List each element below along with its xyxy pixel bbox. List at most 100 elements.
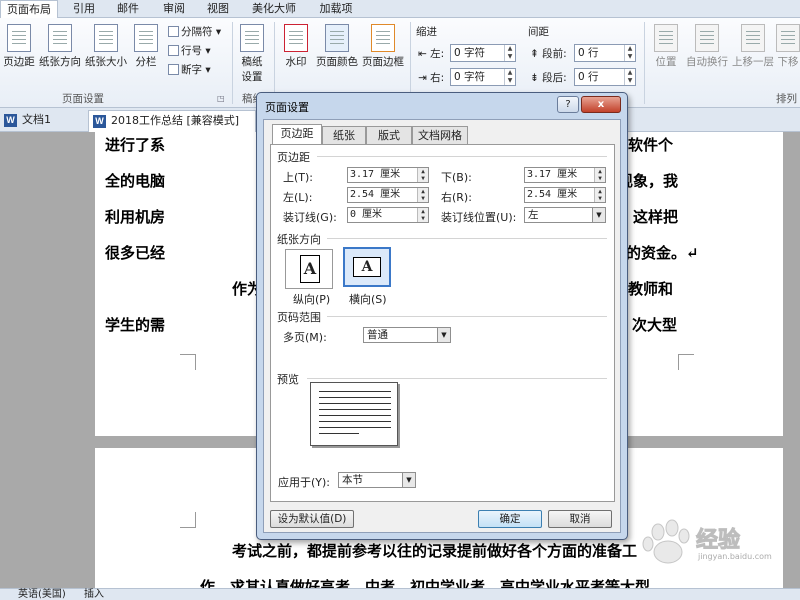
portrait-label[interactable]: 纵向(P) xyxy=(293,291,330,307)
tab-page-layout[interactable]: 页面布局 xyxy=(0,0,58,19)
section-divider xyxy=(317,156,607,157)
spin-arrows-icon[interactable]: ▲ ▼ xyxy=(417,208,428,222)
landscape-option[interactable]: A xyxy=(343,247,391,287)
gutter-position-select[interactable]: 左 ▼ xyxy=(524,207,606,223)
spin-arrows-icon[interactable]: ▲ ▼ xyxy=(417,168,428,182)
doc-line: 全的电脑 xyxy=(105,172,166,190)
bottom-margin-input[interactable]: 3.17 厘米 ▲ ▼ xyxy=(524,167,606,183)
chevron-down-icon[interactable]: ▼ xyxy=(592,208,605,222)
landscape-label[interactable]: 横向(S) xyxy=(349,291,387,307)
indent-right-input[interactable]: 0 字符 ▲ ▼ xyxy=(450,68,516,86)
orientation-button[interactable]: 纸张方向 xyxy=(38,24,82,69)
breaks-button[interactable]: 分隔符 ▾ xyxy=(168,24,221,39)
paper-size-icon xyxy=(94,24,118,52)
margin-corner-mark xyxy=(180,354,196,370)
pages-section-label: 页码范围 xyxy=(277,311,321,324)
tab-view[interactable]: 视图 xyxy=(198,0,238,18)
indent-left-input[interactable]: 0 字符 ▲ ▼ xyxy=(450,44,516,62)
manuscript-setup-button[interactable]: 稿纸 设置 xyxy=(238,24,266,84)
doc-tab-1[interactable]: W 文档1 xyxy=(0,110,84,132)
margins-button[interactable]: 页边距 xyxy=(2,24,36,69)
dialog-launcher-icon[interactable]: ◳ xyxy=(217,94,225,103)
tab-references[interactable]: 引用 xyxy=(64,0,104,18)
paw-logo-icon xyxy=(642,519,690,564)
spin-arrows-icon[interactable]: ▲ ▼ xyxy=(504,45,515,61)
spin-arrows-icon[interactable]: ▲ ▼ xyxy=(417,188,428,202)
help-button[interactable]: ? xyxy=(557,96,579,113)
spacing-before-label: ⇞ 段前: xyxy=(530,48,567,60)
spin-arrows-icon[interactable]: ▲ ▼ xyxy=(504,69,515,85)
preview-line xyxy=(319,409,391,410)
tab-addins[interactable]: 加载项 xyxy=(312,0,360,18)
doc-tab-label: 2018工作总结 [兼容模式] xyxy=(111,114,240,127)
tab-margins[interactable]: 页边距 xyxy=(272,124,322,145)
spin-arrows-icon[interactable]: ▲ ▼ xyxy=(594,168,605,182)
hyphenation-button[interactable]: 断字 ▾ xyxy=(168,62,211,77)
breaks-icon xyxy=(168,26,179,37)
chevron-down-icon[interactable]: ▼ xyxy=(402,473,415,487)
indent-right-icon: ⇥ xyxy=(418,72,427,84)
preview-line xyxy=(319,433,359,434)
spacing-before-icon: ⇞ xyxy=(530,48,539,60)
spacing-before-input[interactable]: 0 行 ▲ ▼ xyxy=(574,44,636,62)
tab-paper[interactable]: 纸张 xyxy=(322,126,366,145)
site-watermark: 经验 jingyan.baidu.com xyxy=(640,518,790,568)
doc-tab-2[interactable]: W 2018工作总结 [兼容模式] xyxy=(88,110,256,132)
dialog-title[interactable]: 页面设置 xyxy=(265,99,309,115)
help-icon: ? xyxy=(565,99,571,110)
insert-mode-indicator[interactable]: 插入 xyxy=(84,589,104,600)
apply-to-label: 应用于(Y): xyxy=(278,476,331,489)
tab-review[interactable]: 审阅 xyxy=(154,0,194,18)
tab-mailings[interactable]: 邮件 xyxy=(108,0,148,18)
bring-forward-button[interactable]: 上移一层 xyxy=(730,24,776,69)
doc-line: 进行了系 xyxy=(105,136,166,154)
bottom-margin-label: 下(B): xyxy=(441,171,472,184)
left-margin-input[interactable]: 2.54 厘米 ▲ ▼ xyxy=(347,187,429,203)
doc-line: 学生的需 xyxy=(105,316,166,334)
gutter-label: 装订线(G): xyxy=(283,211,337,224)
right-margin-input[interactable]: 2.54 厘米 ▲ ▼ xyxy=(524,187,606,203)
doc-line-fragment: 软件个 xyxy=(628,136,674,154)
word-doc-icon: W xyxy=(93,115,106,128)
doc-line: 作，求其认真做好高考、中考、初中学业考、高中学业水平考等大型 xyxy=(200,578,651,588)
size-button[interactable]: 纸张大小 xyxy=(84,24,128,69)
set-default-button[interactable]: 设为默认值(D) xyxy=(270,510,354,528)
gutter-input[interactable]: 0 厘米 ▲ ▼ xyxy=(347,207,429,223)
watermark-label: 水印 xyxy=(285,56,307,68)
section-divider xyxy=(327,238,607,239)
group-separator xyxy=(232,22,233,104)
line-numbers-button[interactable]: 行号 ▾ xyxy=(168,43,211,58)
spacing-after-input[interactable]: 0 行 ▲ ▼ xyxy=(574,68,636,86)
watermark-icon xyxy=(284,24,308,52)
page-color-button[interactable]: 页面颜色 xyxy=(314,24,360,69)
send-backward-button[interactable]: 下移 xyxy=(776,24,800,69)
close-button[interactable]: x xyxy=(581,96,621,113)
tab-document-grid[interactable]: 文档网格 xyxy=(412,126,468,145)
page-preview xyxy=(310,382,398,446)
columns-button[interactable]: 分栏 xyxy=(132,24,160,69)
preview-line xyxy=(319,421,391,422)
position-button[interactable]: 位置 xyxy=(650,24,682,69)
tab-layout[interactable]: 版式 xyxy=(366,126,412,145)
language-indicator[interactable]: 英语(美国) xyxy=(18,589,66,600)
multiple-pages-select[interactable]: 普通 ▼ xyxy=(363,327,451,343)
portrait-option[interactable]: A xyxy=(285,249,333,289)
ok-button[interactable]: 确定 xyxy=(478,510,542,528)
spin-arrows-icon[interactable]: ▲ ▼ xyxy=(624,69,635,85)
watermark-subtext: jingyan.baidu.com xyxy=(698,552,772,561)
top-margin-input[interactable]: 3.17 厘米 ▲ ▼ xyxy=(347,167,429,183)
doc-line-fragment: 教师和 xyxy=(628,280,674,298)
chevron-down-icon[interactable]: ▼ xyxy=(437,328,450,342)
tab-beautify[interactable]: 美化大师 xyxy=(246,0,302,18)
apply-to-select[interactable]: 本节 ▼ xyxy=(338,472,416,488)
spin-arrows-icon[interactable]: ▲ ▼ xyxy=(624,45,635,61)
group-separator xyxy=(644,22,645,104)
watermark-button[interactable]: 水印 xyxy=(280,24,312,69)
cancel-button[interactable]: 取消 xyxy=(548,510,612,528)
page-borders-button[interactable]: 页面边框 xyxy=(360,24,406,69)
spin-arrows-icon[interactable]: ▲ ▼ xyxy=(594,188,605,202)
position-icon xyxy=(654,24,678,52)
page-setup-dialog[interactable]: 页面设置 ? x 页边距 纸张 版式 文档网格 页边距 上(T): 3.17 厘… xyxy=(256,92,628,540)
wrap-text-button[interactable]: 自动换行 xyxy=(684,24,730,69)
preview-line xyxy=(319,397,391,398)
